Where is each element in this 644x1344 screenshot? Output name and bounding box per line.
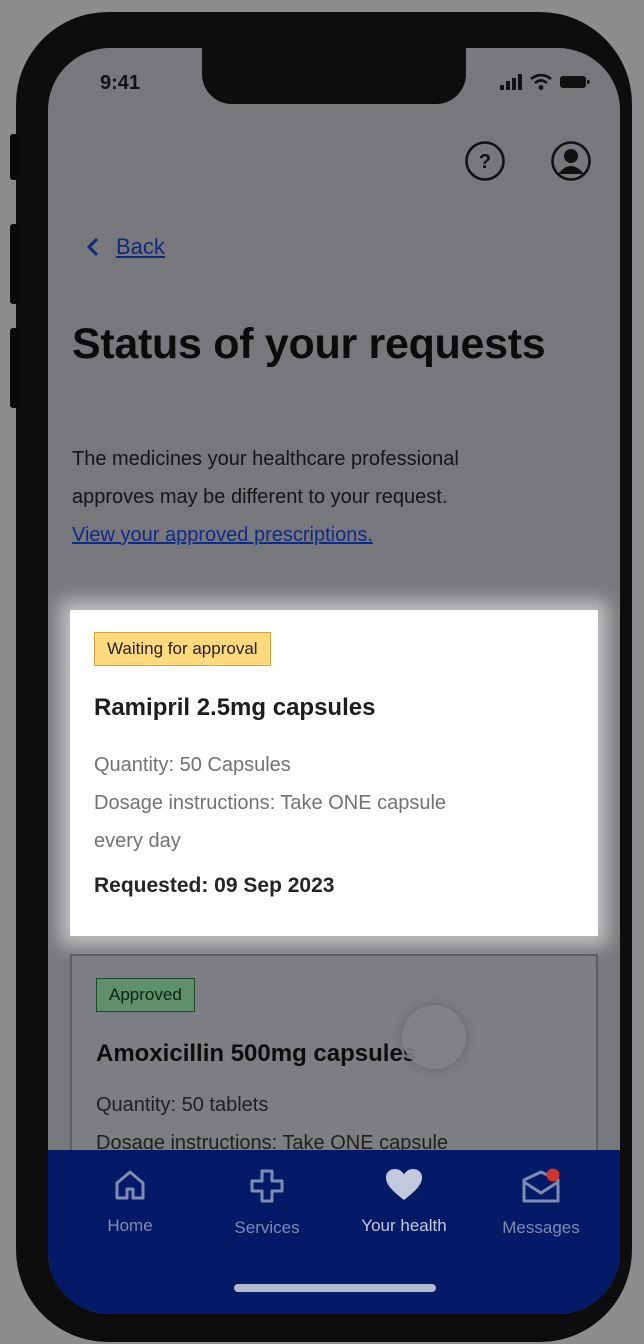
back-link[interactable]: Back — [86, 234, 165, 260]
notch — [202, 48, 466, 104]
medicine-name: Amoxicillin 500mg capsules — [96, 1040, 417, 1067]
envelope-notification-icon — [522, 1168, 560, 1203]
tab-home[interactable]: Home — [70, 1168, 190, 1236]
status-badge: Approved — [96, 978, 195, 1012]
heart-icon — [386, 1169, 422, 1200]
tab-messages-label: Messages — [502, 1218, 580, 1237]
wifi-icon — [530, 74, 552, 90]
page-title: Status of your requests — [72, 320, 546, 368]
touch-indicator — [402, 1005, 466, 1069]
help-icon[interactable]: ? — [464, 140, 506, 182]
plus-cross-icon — [250, 1169, 284, 1203]
back-label[interactable]: Back — [116, 234, 165, 260]
volume-up-button — [10, 224, 20, 304]
header-actions: ? — [464, 140, 592, 182]
medicine-details: Quantity: 50 Capsules Dosage instruction… — [94, 746, 574, 860]
quantity-text: Quantity: 50 Capsules — [94, 754, 291, 776]
dosage-line-2: every day — [94, 830, 181, 852]
intro-line-2: approves may be different to your reques… — [72, 486, 448, 508]
tab-services-label: Services — [234, 1218, 300, 1237]
tab-your-health[interactable]: Your health — [344, 1168, 464, 1236]
app-screen: 9:41 ? Back Status of your requests The … — [48, 48, 620, 1314]
tab-home-label: Home — [107, 1216, 153, 1235]
status-icons — [500, 74, 590, 90]
status-badge: Waiting for approval — [94, 632, 271, 666]
intro-line-1: The medicines your healthcare profession… — [72, 448, 459, 470]
account-icon[interactable] — [550, 140, 592, 182]
volume-down-button — [10, 328, 20, 408]
chevron-left-icon — [86, 237, 99, 257]
home-icon — [115, 1170, 145, 1200]
request-card[interactable]: Waiting for approval Ramipril 2.5mg caps… — [70, 610, 598, 936]
home-indicator[interactable] — [234, 1284, 436, 1292]
bottom-tab-bar: Home Services Your health Messages — [48, 1150, 620, 1314]
silent-switch — [10, 134, 20, 180]
requested-date: Requested: 09 Sep 2023 — [94, 874, 335, 897]
status-time: 9:41 — [100, 72, 141, 94]
medicine-name: Ramipril 2.5mg capsules — [94, 694, 376, 721]
svg-text:?: ? — [479, 151, 491, 173]
approved-prescriptions-link[interactable]: View your approved prescriptions. — [72, 516, 572, 554]
battery-icon — [560, 76, 590, 88]
tab-your-health-label: Your health — [361, 1216, 447, 1235]
dosage-line-1: Dosage instructions: Take ONE capsule — [94, 792, 447, 814]
intro-text: The medicines your healthcare profession… — [72, 440, 572, 554]
quantity-text: Quantity: 50 tablets — [96, 1094, 269, 1116]
tab-services[interactable]: Services — [207, 1168, 327, 1238]
tab-messages[interactable]: Messages — [481, 1168, 601, 1238]
signal-icon — [500, 74, 522, 90]
